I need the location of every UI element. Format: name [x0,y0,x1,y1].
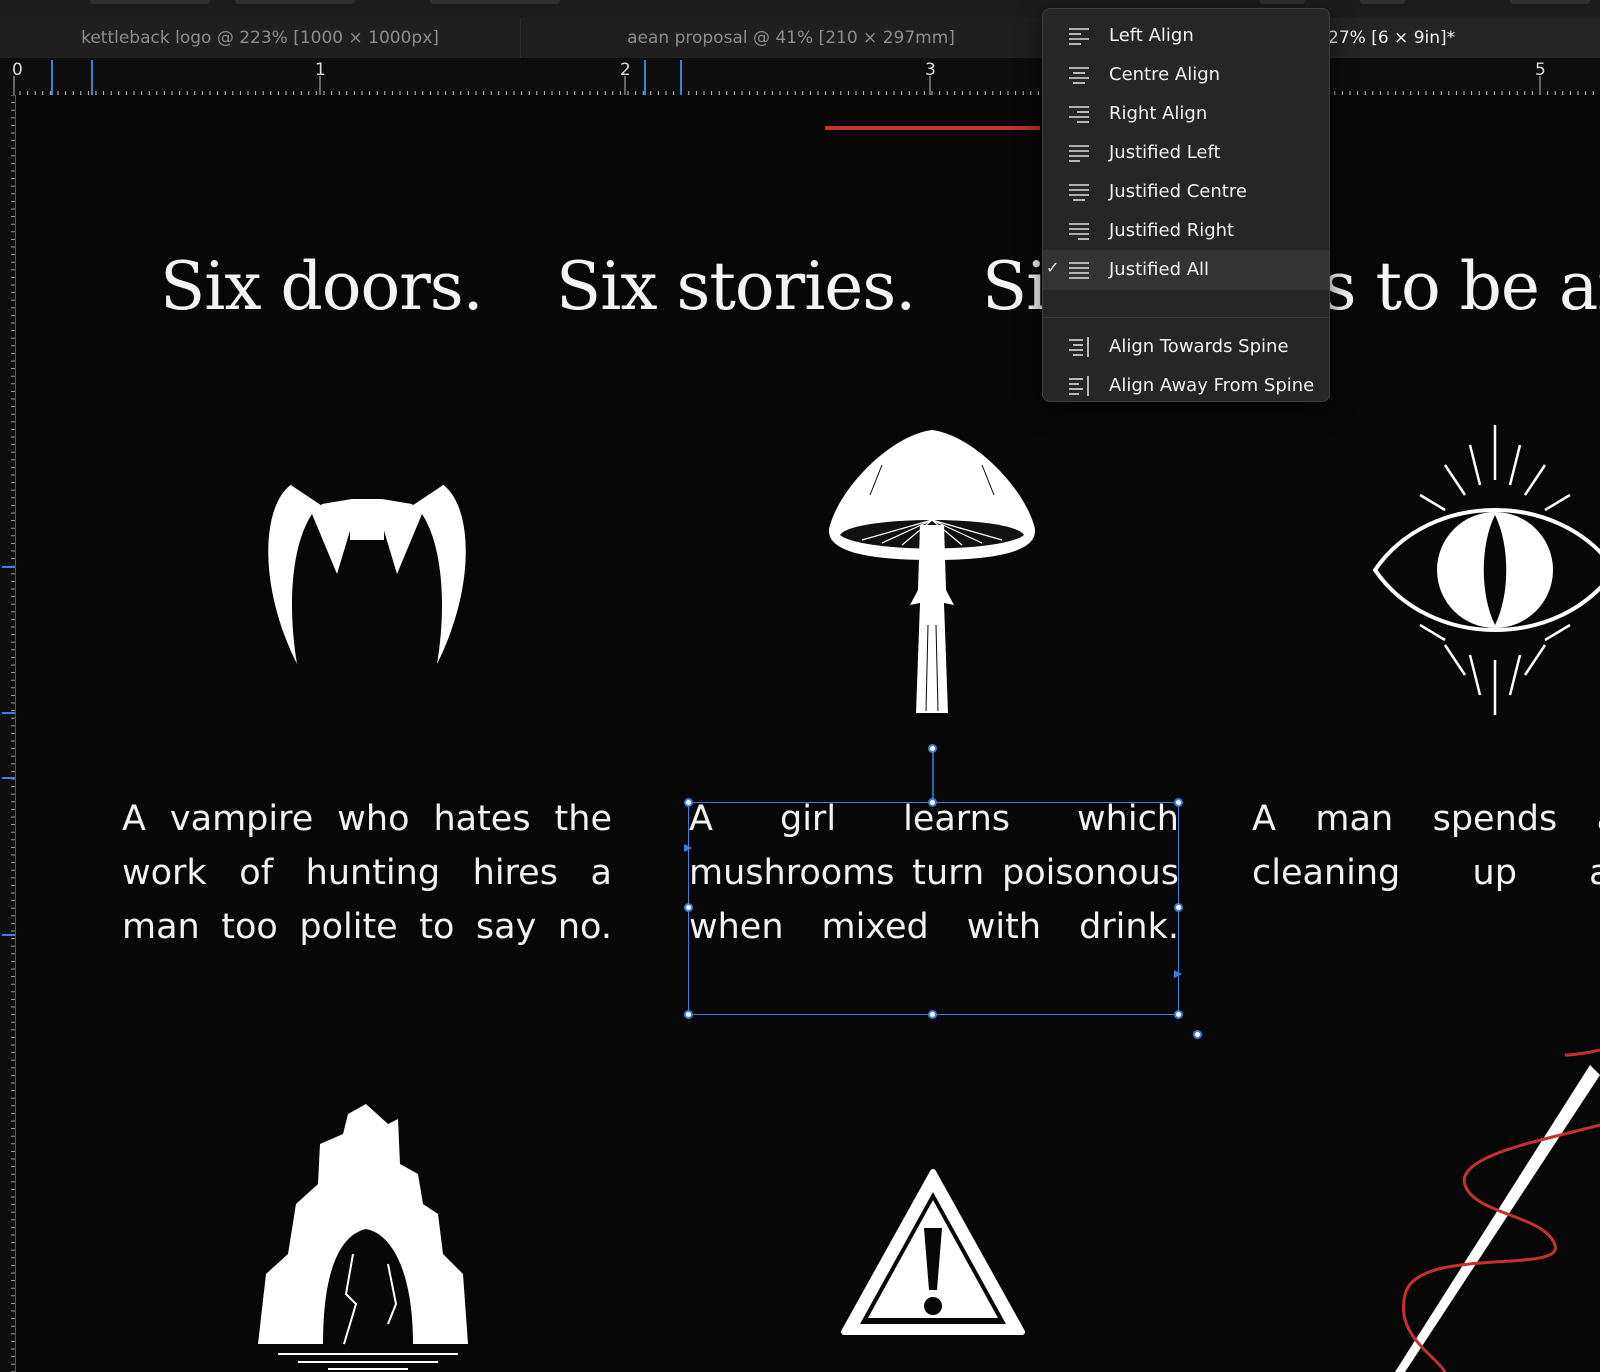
menu-item-align-away-from-spine[interactable]: Align Away From Spine [1043,366,1329,406]
headline-six-doors[interactable]: Six doors. [160,248,484,325]
justified-all-icon [1069,262,1089,279]
menu-item-label: Align Away From Spine [1109,375,1315,396]
resize-handle-top-right[interactable] [1174,798,1183,807]
headline-six-stories[interactable]: Six stories. [556,248,916,325]
menu-item-justified-all[interactable]: ✓ Justified All [1043,250,1329,290]
tab-label: kettleback logo @ 223% [1000 × 1000px] [81,28,439,48]
menu-item-label: Right Align [1109,103,1208,124]
ruler-mark: 1 [315,60,326,80]
align-towards-spine-icon [1069,337,1089,357]
ruler-ticks [13,60,1594,95]
menu-separator [1043,317,1329,318]
right-align-icon [1069,106,1089,123]
menu-item-centre-align[interactable]: Centre Align [1043,55,1329,95]
eye-icon[interactable] [1370,420,1600,730]
toolbar-control[interactable] [1260,0,1305,4]
needle-and-thread-icon[interactable] [1395,1045,1600,1372]
menu-item-label: Justified Right [1109,220,1235,241]
toolbar-control[interactable] [1360,0,1405,4]
menu-item-justified-centre[interactable]: Justified Centre [1043,172,1329,212]
menu-item-left-align[interactable]: Left Align [1043,16,1329,56]
checkmark-icon: ✓ [1046,258,1060,277]
menu-item-label: Justified All [1109,259,1210,280]
resize-handle-bottom[interactable] [928,1010,937,1019]
vertical-ruler[interactable] [0,95,16,1372]
horizontal-ruler[interactable]: 0 1 2 3 5 [0,58,1600,95]
warning-triangle-icon[interactable] [840,1168,1026,1340]
toolbar-control[interactable] [1510,0,1590,4]
tab-kettleback-logo[interactable]: kettleback logo @ 223% [1000 × 1000px] [0,18,521,58]
align-away-from-spine-icon [1069,376,1089,396]
left-align-icon [1069,28,1089,45]
ruler-mark: 5 [1535,60,1546,80]
paragraph-alignment-menu: Left Align Centre Align Right Align Just… [1042,8,1330,402]
resize-handle-right[interactable] [1174,903,1183,912]
description-vampire[interactable]: A vampire who hates the work of hunting … [122,792,612,954]
description-man[interactable]: A man spends a r cleaning up after [1252,792,1600,900]
tab-label: aean proposal @ 41% [210 × 297mm] [627,28,955,48]
centre-align-icon [1069,67,1089,84]
rotation-handle[interactable] [928,744,937,753]
tab-aean-proposal[interactable]: aean proposal @ 41% [210 × 297mm] [521,18,1062,58]
toolbar-control[interactable] [430,0,560,4]
resize-handle-top-left[interactable] [684,798,693,807]
menu-item-label: Align Towards Spine [1109,336,1289,357]
frame-link-handle[interactable] [1193,1030,1202,1039]
justified-left-icon [1069,145,1089,162]
toolbar-control[interactable] [90,0,210,4]
selection-decorations [684,748,1182,978]
document-tab-bar: kettleback logo @ 223% [1000 × 1000px] a… [0,18,1600,59]
menu-item-label: Justified Left [1109,142,1221,163]
vampire-fangs-icon[interactable] [252,474,482,674]
toolbar-control[interactable] [235,0,355,4]
resize-handle-bottom-left[interactable] [684,1010,693,1019]
justified-centre-icon [1069,184,1089,201]
cave-icon[interactable] [248,1104,488,1372]
ruler-mark: 0 [12,60,23,80]
vertical-ruler-ticks [2,95,15,1372]
justified-right-icon [1069,223,1089,240]
menu-item-label: Centre Align [1109,64,1221,85]
ruler-mark: 3 [925,60,936,80]
red-accent-line [825,126,1040,130]
ruler-mark: 2 [620,60,631,80]
menu-item-label: Left Align [1109,25,1194,46]
mushroom-icon[interactable] [822,425,1042,725]
resize-handle-bottom-right[interactable] [1174,1010,1183,1019]
menu-item-right-align[interactable]: Right Align [1043,94,1329,134]
menu-item-align-towards-spine[interactable]: Align Towards Spine [1043,327,1329,367]
resize-handle-top[interactable] [928,798,937,807]
tab-label: 27% [6 × 9in]* [1328,28,1456,48]
menu-item-justified-right[interactable]: Justified Right [1043,211,1329,251]
menu-item-label: Justified Centre [1109,181,1247,202]
window-toolbar-strip [0,0,1600,18]
resize-handle-left[interactable] [684,903,693,912]
menu-item-justified-left[interactable]: Justified Left [1043,133,1329,173]
